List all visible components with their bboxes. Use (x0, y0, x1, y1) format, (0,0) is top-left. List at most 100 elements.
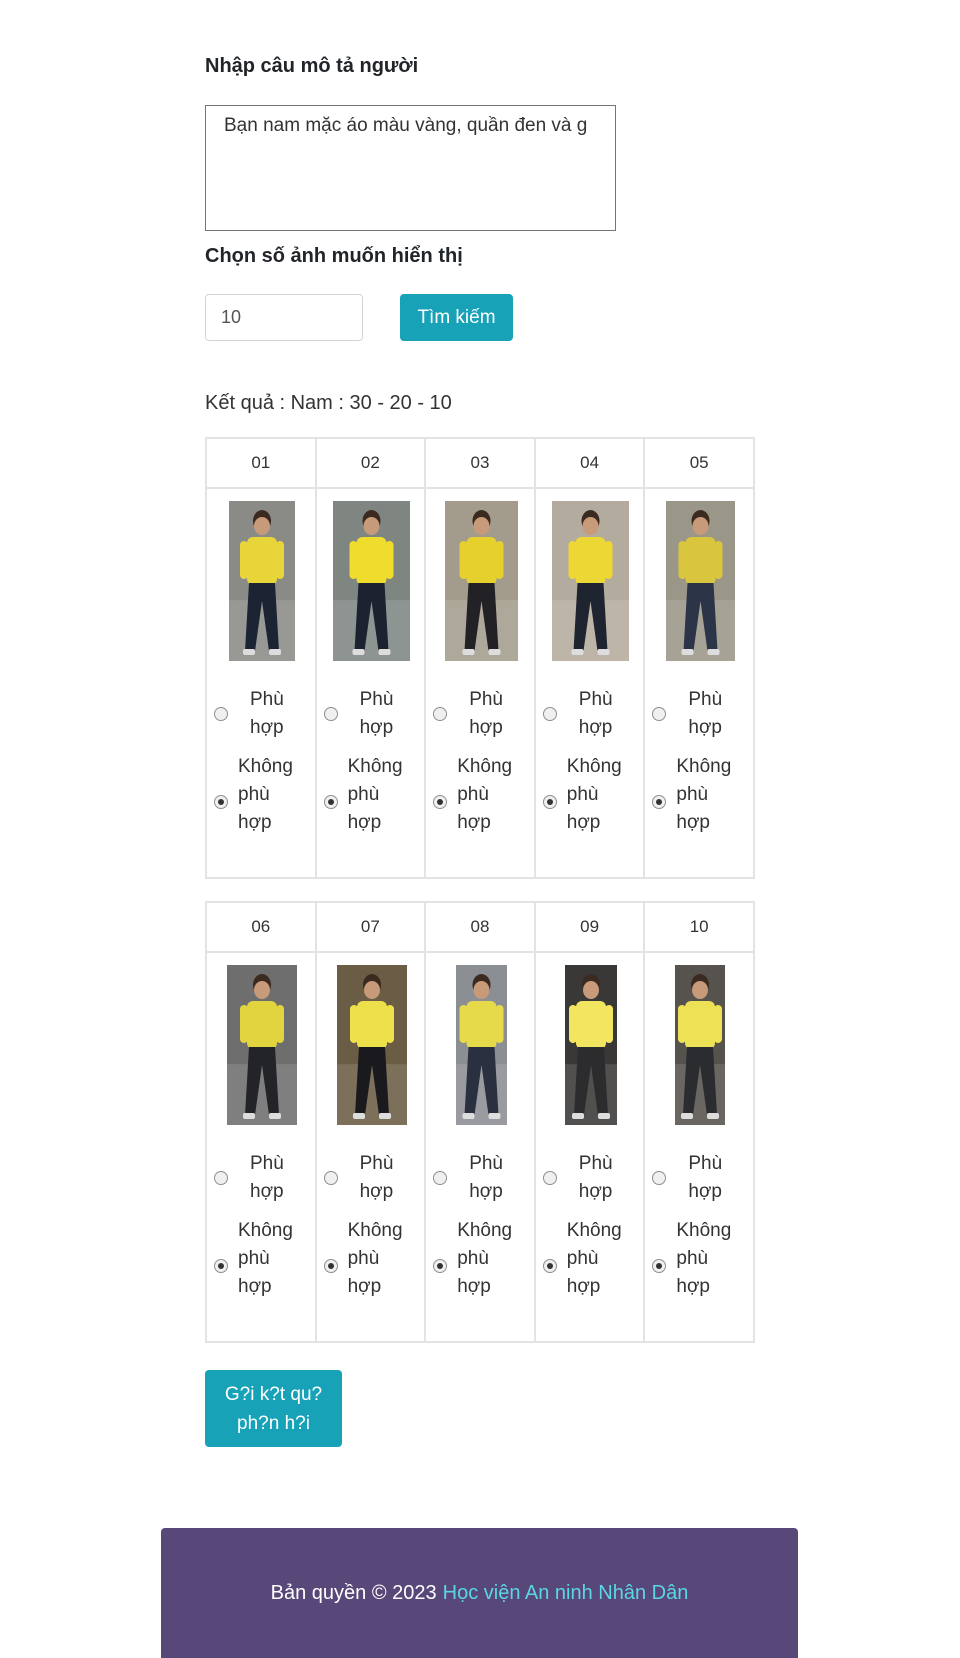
copyright-text: Bản quyền © 2023 (270, 1581, 437, 1604)
match-radio[interactable] (433, 707, 448, 721)
person-photo (333, 501, 411, 661)
result-card: Phù hợp Không phù hợp (424, 951, 536, 1343)
person-photo (227, 965, 297, 1125)
result-index: 03 (424, 437, 536, 489)
image-row: Phù hợp Không phù hợp Phù hợp Không phù hợp Ph… (205, 487, 755, 879)
no-match-label-line2: phù hợp (238, 1248, 272, 1297)
match-radio[interactable] (214, 1171, 228, 1185)
search-button[interactable]: Tìm kiếm (400, 294, 513, 341)
no-match-option[interactable]: Không phù hợp (433, 1217, 530, 1301)
no-match-label-line2: phù hợp (676, 784, 710, 833)
send-feedback-button[interactable]: G?i k?t qu? ph?n h?i (205, 1370, 342, 1447)
no-match-radio[interactable] (433, 795, 448, 809)
person-photo (229, 501, 295, 661)
no-match-option[interactable]: Không phù hợp (433, 753, 530, 837)
match-option[interactable]: Phù hợp (214, 686, 311, 742)
image-row: Phù hợp Không phù hợp Phù hợp Không phù hợp Ph… (205, 951, 755, 1343)
result-index: 07 (314, 901, 427, 953)
person-photo (552, 501, 630, 661)
no-match-label-line2: phù hợp (566, 784, 601, 833)
person-thumbnail (675, 965, 726, 1125)
no-match-radio[interactable] (542, 1259, 557, 1273)
result-index: 01 (205, 437, 317, 489)
match-label: Phù hợp (469, 689, 503, 738)
no-match-radio[interactable] (323, 1259, 338, 1273)
person-thumbnail (333, 501, 411, 661)
no-match-label-line2: phù hợp (457, 784, 491, 833)
header-row: 01 02 03 04 05 (205, 437, 755, 489)
match-option[interactable]: Phù hợp (652, 1150, 749, 1206)
result-summary: Kết quả : Nam : 30 - 20 - 10 (205, 392, 452, 414)
match-label: Phù hợp (688, 689, 723, 738)
no-match-radio[interactable] (652, 795, 667, 809)
person-photo (675, 965, 726, 1125)
match-option[interactable]: Phù hợp (433, 1150, 530, 1206)
no-match-option[interactable]: Không phù hợp (323, 753, 421, 837)
person-thumbnail (229, 501, 295, 661)
result-index: 10 (643, 901, 755, 953)
footer: Bản quyền © 2023 Học viện An ninh Nhân D… (161, 1528, 798, 1658)
match-option[interactable]: Phù hợp (323, 686, 421, 742)
result-index: 06 (205, 901, 317, 953)
no-match-option[interactable]: Không phù hợp (323, 1217, 421, 1301)
no-match-option[interactable]: Không phù hợp (542, 753, 640, 837)
match-radio[interactable] (652, 707, 667, 721)
result-index: 02 (314, 437, 427, 489)
result-card: Phù hợp Không phù hợp (533, 487, 646, 879)
match-option[interactable]: Phù hợp (433, 686, 530, 742)
match-radio[interactable] (323, 1171, 338, 1185)
match-label: Phù hợp (359, 1153, 394, 1202)
no-match-radio[interactable] (214, 795, 228, 809)
result-card: Phù hợp Không phù hợp (205, 951, 317, 1343)
match-label: Phù hợp (578, 689, 613, 738)
no-match-radio[interactable] (214, 1259, 228, 1273)
no-match-option[interactable]: Không phù hợp (652, 1217, 749, 1301)
person-thumbnail (444, 501, 518, 661)
no-match-radio[interactable] (433, 1259, 448, 1273)
no-match-label-line1: Không (566, 756, 622, 777)
results-table-row-2: 06 07 08 09 10 Phù hợp Không phù hợp Phù hợp Khôn… (205, 901, 755, 1343)
match-radio[interactable] (323, 707, 338, 721)
match-option[interactable]: Phù hợp (214, 1150, 311, 1206)
no-match-option[interactable]: Không phù hợp (214, 753, 311, 837)
person-thumbnail (564, 965, 617, 1125)
no-match-label-line2: phù hợp (566, 1248, 601, 1297)
person-photo (665, 501, 735, 661)
match-radio[interactable] (542, 1171, 557, 1185)
match-radio[interactable] (214, 707, 228, 721)
match-option[interactable]: Phù hợp (652, 686, 749, 742)
person-thumbnail (665, 501, 735, 661)
result-card: Phù hợp Không phù hợp (643, 951, 755, 1343)
result-index: 05 (643, 437, 755, 489)
match-option[interactable]: Phù hợp (542, 1150, 640, 1206)
result-index: 04 (533, 437, 646, 489)
no-match-option[interactable]: Không phù hợp (542, 1217, 640, 1301)
description-textarea[interactable]: Bạn nam mặc áo màu vàng, quần đen và g (205, 105, 616, 231)
academy-link[interactable]: Học viện An ninh Nhân Dân (443, 1582, 689, 1605)
match-label: Phù hợp (359, 689, 394, 738)
no-match-label-line1: Không (676, 1220, 732, 1241)
match-radio[interactable] (652, 1171, 667, 1185)
no-match-label-line2: phù hợp (238, 784, 272, 833)
image-count-input[interactable]: 10 (205, 294, 363, 341)
no-match-label-line1: Không (566, 1220, 622, 1241)
match-label: Phù hợp (578, 1153, 613, 1202)
match-option[interactable]: Phù hợp (542, 686, 640, 742)
no-match-label-line1: Không (457, 756, 513, 777)
no-match-label-line2: phù hợp (457, 1248, 491, 1297)
no-match-radio[interactable] (652, 1259, 667, 1273)
no-match-label-line1: Không (457, 1220, 513, 1241)
match-option[interactable]: Phù hợp (323, 1150, 421, 1206)
result-index: 08 (424, 901, 536, 953)
send-feedback-label-line2: ph?n h?i (237, 1413, 310, 1434)
result-card: Phù hợp Không phù hợp (424, 487, 536, 879)
no-match-radio[interactable] (542, 795, 557, 809)
match-radio[interactable] (433, 1171, 448, 1185)
match-radio[interactable] (542, 707, 557, 721)
no-match-option[interactable]: Không phù hợp (652, 753, 749, 837)
no-match-option[interactable]: Không phù hợp (214, 1217, 311, 1301)
no-match-radio[interactable] (323, 795, 338, 809)
person-thumbnail (552, 501, 630, 661)
no-match-label-line1: Không (238, 756, 293, 777)
no-match-label-line1: Không (676, 756, 732, 777)
